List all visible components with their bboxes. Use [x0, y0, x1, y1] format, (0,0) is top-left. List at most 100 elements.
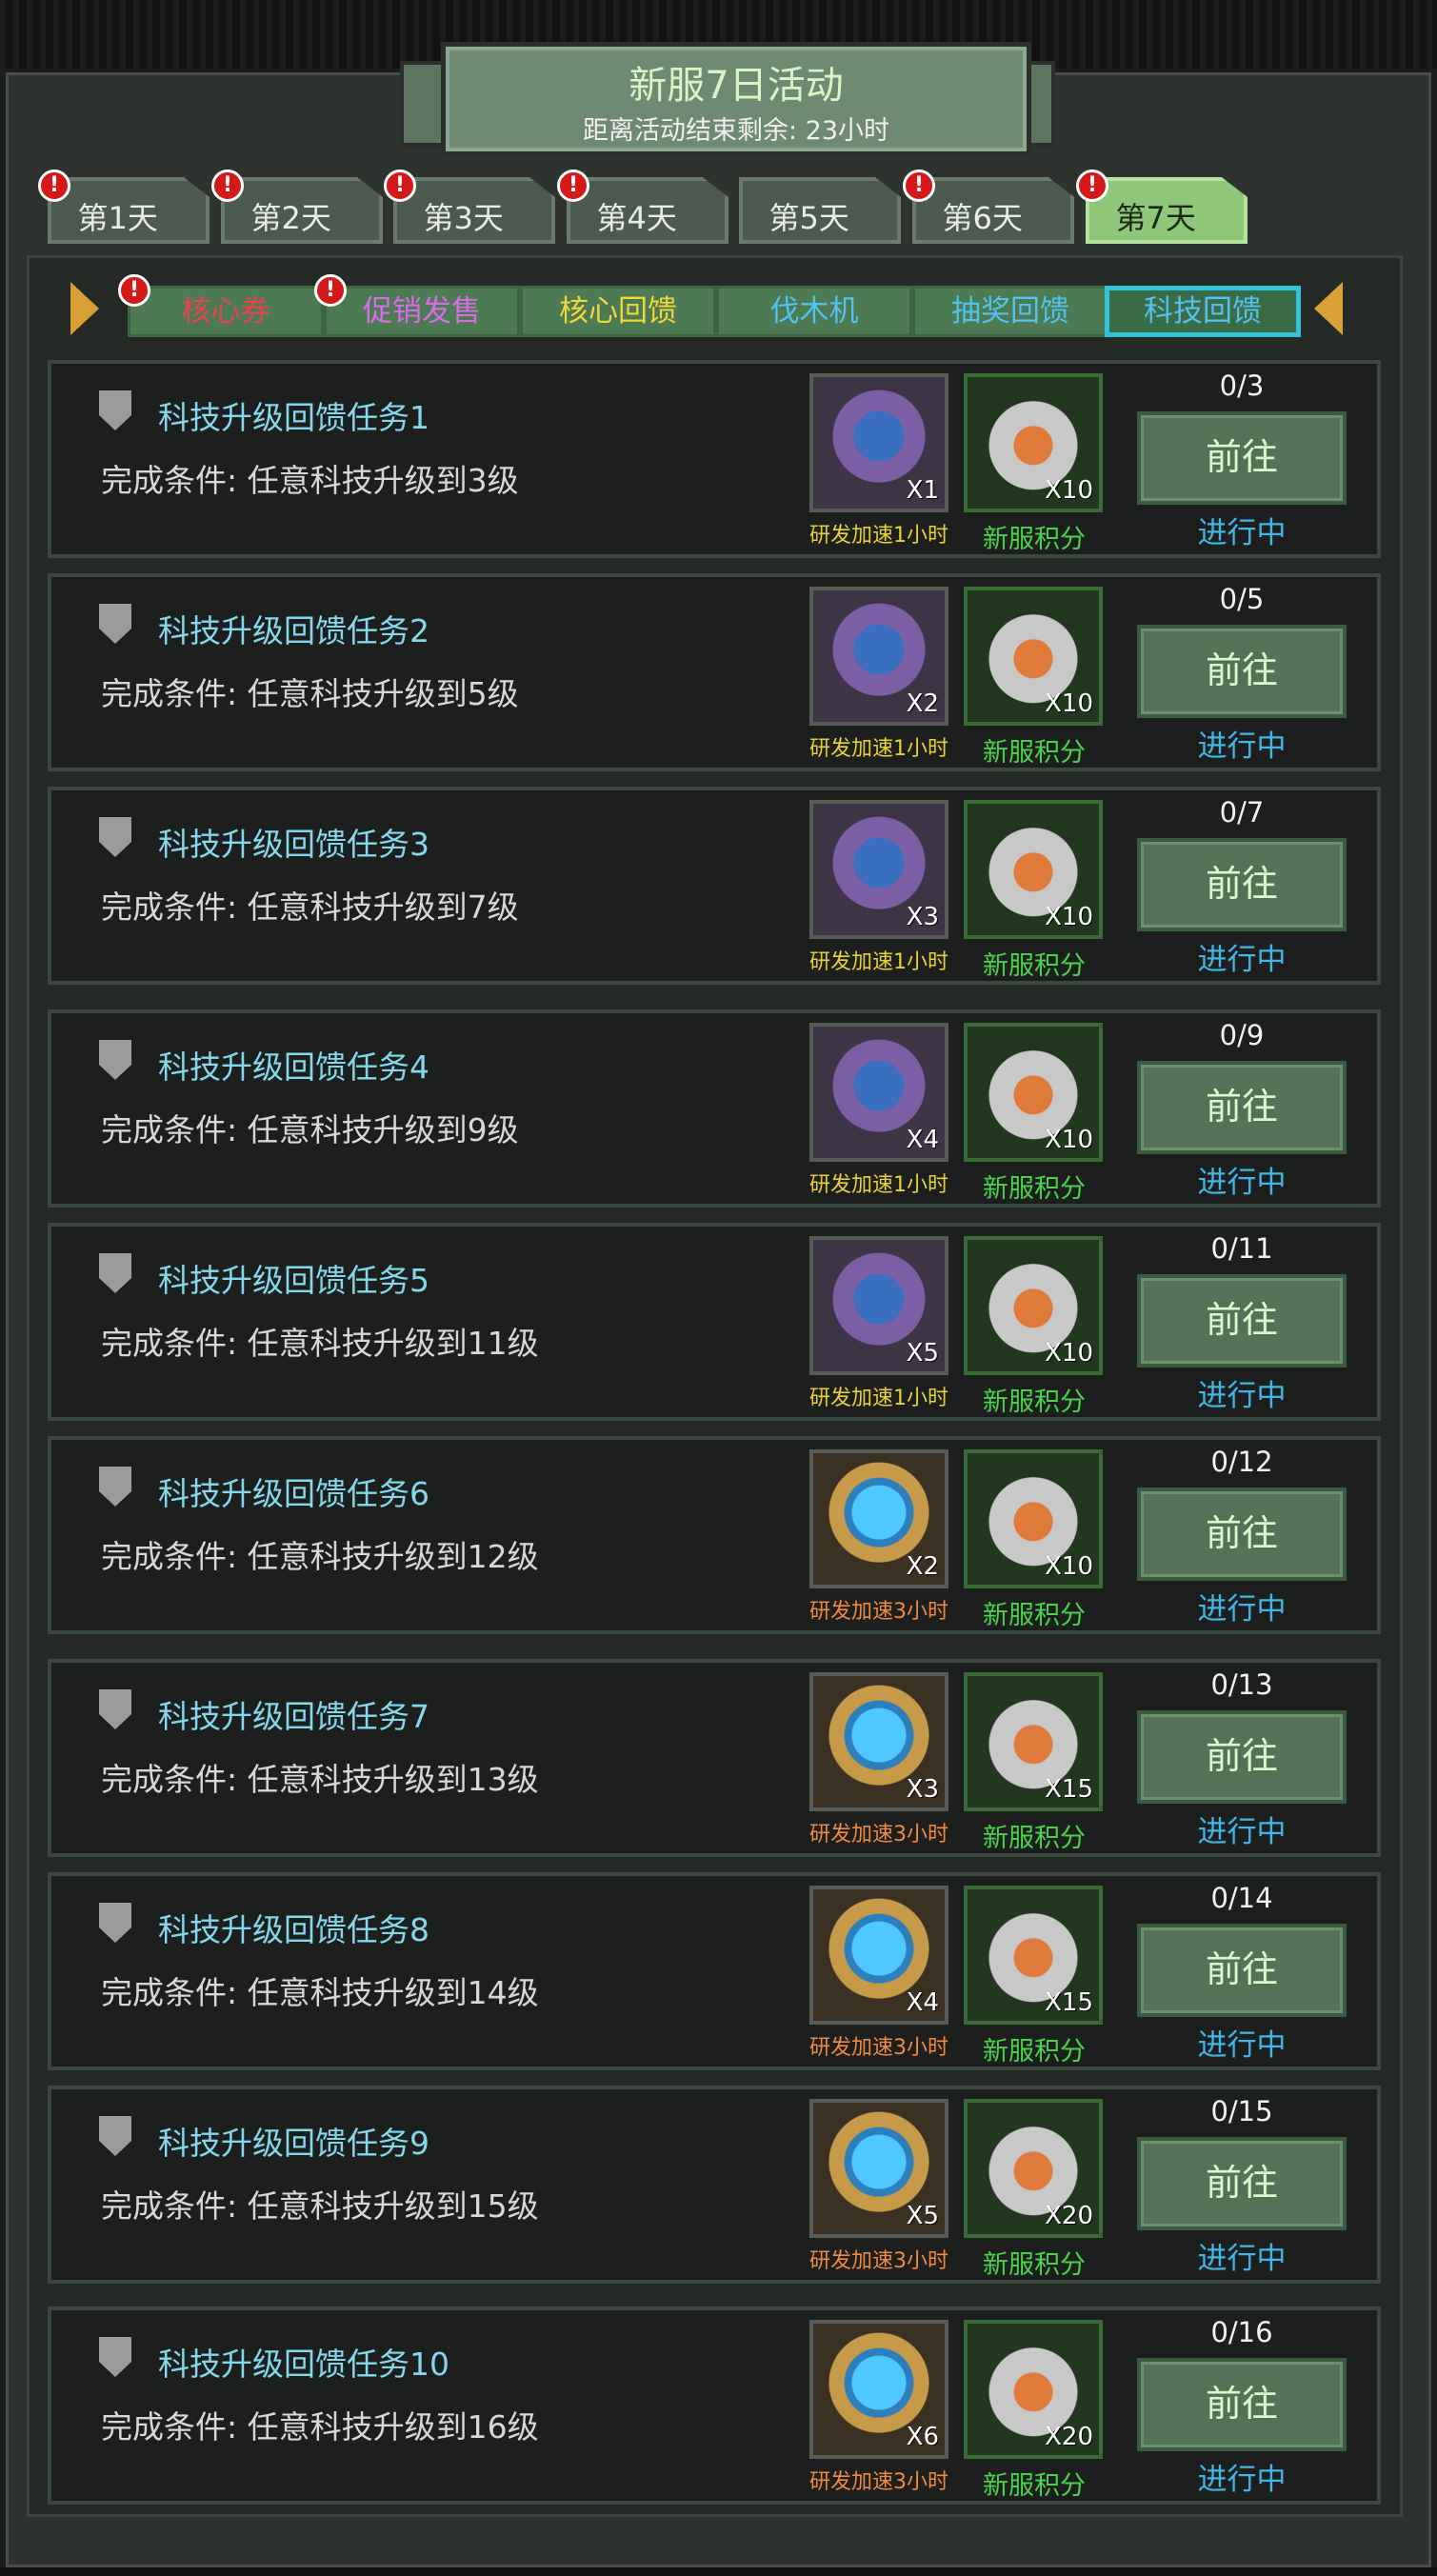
reward-quantity: X20	[1045, 2423, 1093, 2451]
reward-quantity: X10	[1045, 1126, 1093, 1154]
day-tab-label: 第4天	[596, 200, 677, 236]
go-button[interactable]: 前往	[1137, 1274, 1347, 1368]
bottom-edge	[0, 2567, 1437, 2576]
research-speedup-icon[interactable]: X3	[809, 1672, 948, 1811]
day-tab-1[interactable]: 第1天	[48, 177, 210, 244]
reward-quantity: X2	[906, 1552, 939, 1581]
server-points-icon[interactable]: X10	[964, 1023, 1103, 1162]
shield-icon	[99, 390, 131, 430]
task-title: 科技升级回馈任务4	[158, 1048, 429, 1086]
reward-label: 研发加速3小时	[809, 2249, 948, 2273]
reward-quantity: X10	[1045, 1552, 1093, 1581]
reward-label: 研发加速1小时	[809, 1387, 948, 1410]
reward-quantity: X15	[1045, 1988, 1093, 2017]
task-progress: 0/7	[1219, 796, 1265, 829]
task-condition: 完成条件: 任意科技升级到9级	[101, 1111, 519, 1148]
task-title: 科技升级回馈任务7	[158, 1698, 429, 1735]
category-tab-3[interactable]: 核心回馈	[520, 286, 716, 337]
go-button[interactable]: 前往	[1137, 1061, 1347, 1154]
research-speedup-icon[interactable]: X4	[809, 1023, 948, 1162]
task-title: 科技升级回馈任务6	[158, 1475, 429, 1512]
reward-label: 新服积分	[983, 1601, 1086, 1630]
server-points-icon[interactable]: X10	[964, 1236, 1103, 1375]
task-progress: 0/5	[1219, 583, 1265, 615]
research-speedup-icon[interactable]: X4	[809, 1886, 948, 2025]
reward-quantity: X10	[1045, 476, 1093, 505]
activity-banner: 新服7日活动 距离活动结束剩余: 23小时	[441, 42, 1031, 156]
server-points-icon[interactable]: X10	[964, 800, 1103, 939]
reward-label: 新服积分	[983, 738, 1086, 768]
task-condition: 完成条件: 任意科技升级到11级	[101, 1325, 539, 1362]
task-title: 科技升级回馈任务5	[158, 1262, 429, 1299]
server-points-icon[interactable]: X10	[964, 587, 1103, 726]
day-tab-6[interactable]: 第6天	[912, 177, 1074, 244]
server-points-icon[interactable]: X15	[964, 1672, 1103, 1811]
arrow-right-icon[interactable]	[1314, 282, 1343, 335]
day-tab-label: 第7天	[1115, 200, 1196, 236]
reward-quantity: X5	[906, 2202, 939, 2230]
task-card: 科技升级回馈任务1 完成条件: 任意科技升级到3级 X1 研发加速1小时 X10 新服积分…	[48, 360, 1381, 558]
server-points-icon[interactable]: X20	[964, 2320, 1103, 2459]
reward-label: 研发加速1小时	[809, 1173, 948, 1197]
research-speedup-icon[interactable]: X5	[809, 2099, 948, 2238]
server-points-icon[interactable]: X20	[964, 2099, 1103, 2238]
go-button[interactable]: 前往	[1137, 1924, 1347, 2017]
go-button[interactable]: 前往	[1137, 411, 1347, 505]
reward-quantity: X10	[1045, 689, 1093, 718]
task-progress: 0/13	[1210, 1668, 1273, 1701]
task-status: 进行中	[1197, 1592, 1287, 1627]
research-speedup-icon[interactable]: X1	[809, 373, 948, 512]
server-points-icon[interactable]: X10	[964, 373, 1103, 512]
reward-label: 研发加速3小时	[809, 2470, 948, 2494]
arrow-left-icon[interactable]	[70, 282, 99, 335]
task-title: 科技升级回馈任务3	[158, 826, 429, 863]
day-tab-4[interactable]: 第4天	[567, 177, 728, 244]
activity-title: 新服7日活动	[629, 64, 844, 108]
shield-icon	[99, 1467, 131, 1507]
go-button[interactable]: 前往	[1137, 2137, 1347, 2230]
category-tab-2[interactable]: 促销发售	[324, 286, 520, 337]
go-button[interactable]: 前往	[1137, 2358, 1347, 2451]
research-speedup-icon[interactable]: X6	[809, 2320, 948, 2459]
research-speedup-icon[interactable]: X3	[809, 800, 948, 939]
task-card: 科技升级回馈任务8 完成条件: 任意科技升级到14级 X4 研发加速3小时 X15 新服积…	[48, 1872, 1381, 2070]
server-points-icon[interactable]: X10	[964, 1449, 1103, 1588]
day-tab-7[interactable]: 第7天	[1086, 177, 1247, 244]
reward-label: 新服积分	[983, 525, 1086, 554]
task-card: 科技升级回馈任务9 完成条件: 任意科技升级到15级 X5 研发加速3小时 X20 新服积…	[48, 2086, 1381, 2284]
shield-icon	[99, 2337, 131, 2377]
day-tab-5[interactable]: 第5天	[739, 177, 901, 244]
category-tab-4[interactable]: 伐木机	[716, 286, 912, 337]
category-tab-1[interactable]: 核心券	[128, 286, 324, 337]
shield-icon	[99, 2116, 131, 2156]
alert-badge-icon: !	[557, 170, 589, 202]
reward-label: 研发加速1小时	[809, 737, 948, 761]
day-tab-3[interactable]: 第3天	[393, 177, 555, 244]
task-card: 科技升级回馈任务10 完成条件: 任意科技升级到16级 X6 研发加速3小时 X20 新服…	[48, 2306, 1381, 2505]
research-speedup-icon[interactable]: X2	[809, 1449, 948, 1588]
category-tab-5[interactable]: 抽奖回馈	[912, 286, 1108, 337]
day-tab-2[interactable]: 第2天	[221, 177, 383, 244]
day-tab-label: 第6天	[942, 200, 1023, 236]
task-progress: 0/11	[1210, 1232, 1273, 1265]
go-button[interactable]: 前往	[1137, 625, 1347, 718]
reward-label: 研发加速3小时	[809, 1600, 948, 1624]
shield-icon	[99, 1903, 131, 1943]
task-title: 科技升级回馈任务8	[158, 1911, 429, 1948]
go-button[interactable]: 前往	[1137, 1710, 1347, 1804]
day-tab-label: 第5天	[768, 200, 849, 236]
research-speedup-icon[interactable]: X5	[809, 1236, 948, 1375]
go-button[interactable]: 前往	[1137, 838, 1347, 931]
alert-badge-icon: !	[118, 274, 150, 307]
task-progress: 0/3	[1219, 369, 1265, 402]
task-status: 进行中	[1197, 943, 1287, 977]
research-speedup-icon[interactable]: X2	[809, 587, 948, 726]
go-button[interactable]: 前往	[1137, 1488, 1347, 1581]
category-tab-6[interactable]: 科技回馈	[1105, 286, 1301, 337]
task-status: 进行中	[1197, 2028, 1287, 2063]
task-status: 进行中	[1197, 2242, 1287, 2276]
reward-quantity: X4	[906, 1126, 939, 1154]
task-title: 科技升级回馈任务2	[158, 612, 429, 649]
reward-quantity: X3	[906, 1775, 939, 1804]
server-points-icon[interactable]: X15	[964, 1886, 1103, 2025]
